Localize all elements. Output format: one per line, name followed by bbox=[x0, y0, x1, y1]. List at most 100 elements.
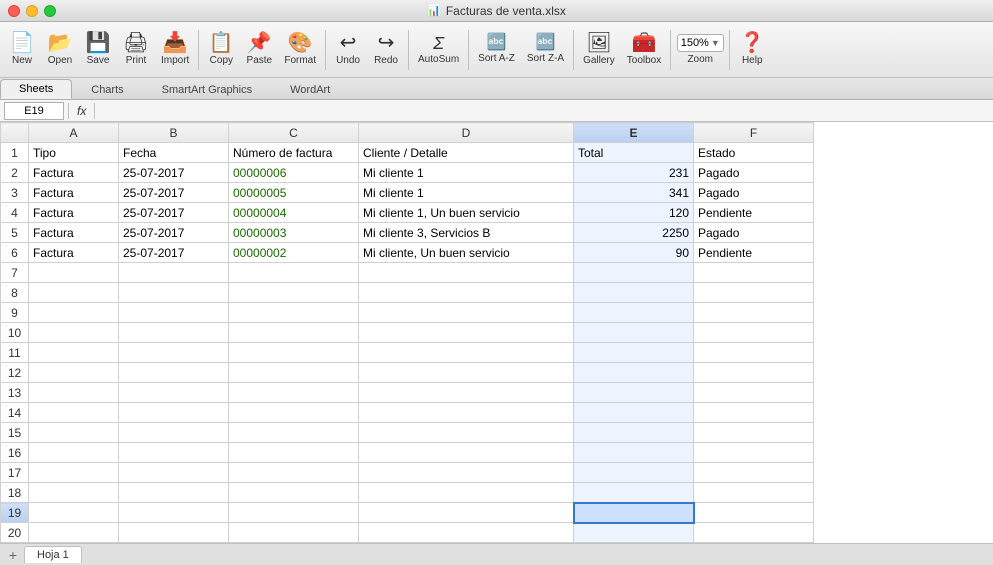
cell-D2[interactable]: Mi cliente 1 bbox=[359, 163, 574, 183]
cell-E12[interactable] bbox=[574, 363, 694, 383]
cell-C12[interactable] bbox=[229, 363, 359, 383]
undo-button[interactable]: ↩ Undo bbox=[330, 25, 366, 75]
cell-C17[interactable] bbox=[229, 463, 359, 483]
cell-C18[interactable] bbox=[229, 483, 359, 503]
cell-C8[interactable] bbox=[229, 283, 359, 303]
cell-B10[interactable] bbox=[119, 323, 229, 343]
cell-F10[interactable] bbox=[694, 323, 814, 343]
cell-E13[interactable] bbox=[574, 383, 694, 403]
row-header-5[interactable]: 5 bbox=[1, 223, 29, 243]
gallery-button[interactable]: 🖼 Gallery bbox=[578, 25, 620, 75]
cell-F20[interactable] bbox=[694, 523, 814, 543]
cell-C9[interactable] bbox=[229, 303, 359, 323]
cell-B16[interactable] bbox=[119, 443, 229, 463]
cell-D14[interactable] bbox=[359, 403, 574, 423]
col-header-F[interactable]: F bbox=[694, 123, 814, 143]
tab-charts[interactable]: Charts bbox=[72, 79, 142, 99]
cell-B8[interactable] bbox=[119, 283, 229, 303]
cell-F19[interactable] bbox=[694, 503, 814, 523]
cell-E10[interactable] bbox=[574, 323, 694, 343]
cell-C11[interactable] bbox=[229, 343, 359, 363]
cell-B9[interactable] bbox=[119, 303, 229, 323]
row-header-10[interactable]: 10 bbox=[1, 323, 29, 343]
cell-A11[interactable] bbox=[29, 343, 119, 363]
cell-A16[interactable] bbox=[29, 443, 119, 463]
cell-C5[interactable]: 00000003 bbox=[229, 223, 359, 243]
new-button[interactable]: 📄 New bbox=[4, 25, 40, 75]
col-header-B[interactable]: B bbox=[119, 123, 229, 143]
cell-B19[interactable] bbox=[119, 503, 229, 523]
cell-B12[interactable] bbox=[119, 363, 229, 383]
cell-C2[interactable]: 00000006 bbox=[229, 163, 359, 183]
open-button[interactable]: 📂 Open bbox=[42, 25, 78, 75]
cell-D7[interactable] bbox=[359, 263, 574, 283]
cell-D15[interactable] bbox=[359, 423, 574, 443]
row-header-2[interactable]: 2 bbox=[1, 163, 29, 183]
sort-az-button[interactable]: 🔤 Sort A-Z bbox=[473, 25, 520, 75]
row-header-20[interactable]: 20 bbox=[1, 523, 29, 543]
col-header-E[interactable]: E bbox=[574, 123, 694, 143]
row-header-19[interactable]: 19 bbox=[1, 503, 29, 523]
close-button[interactable] bbox=[8, 5, 20, 17]
cell-D1[interactable]: Cliente / Detalle bbox=[359, 143, 574, 163]
row-header-9[interactable]: 9 bbox=[1, 303, 29, 323]
cell-F8[interactable] bbox=[694, 283, 814, 303]
cell-F3[interactable]: Pagado bbox=[694, 183, 814, 203]
cell-D3[interactable]: Mi cliente 1 bbox=[359, 183, 574, 203]
cell-E16[interactable] bbox=[574, 443, 694, 463]
cell-A3[interactable]: Factura bbox=[29, 183, 119, 203]
traffic-lights[interactable] bbox=[8, 5, 56, 17]
cell-A10[interactable] bbox=[29, 323, 119, 343]
cell-E11[interactable] bbox=[574, 343, 694, 363]
row-header-14[interactable]: 14 bbox=[1, 403, 29, 423]
cell-B18[interactable] bbox=[119, 483, 229, 503]
cell-C10[interactable] bbox=[229, 323, 359, 343]
col-header-C[interactable]: C bbox=[229, 123, 359, 143]
cell-D16[interactable] bbox=[359, 443, 574, 463]
tab-smartart[interactable]: SmartArt Graphics bbox=[143, 79, 271, 99]
cell-C3[interactable]: 00000005 bbox=[229, 183, 359, 203]
spreadsheet-container[interactable]: A B C D E F 1TipoFechaNúmero de facturaC… bbox=[0, 122, 993, 543]
cell-E7[interactable] bbox=[574, 263, 694, 283]
copy-button[interactable]: 📋 Copy bbox=[203, 25, 239, 75]
cell-D13[interactable] bbox=[359, 383, 574, 403]
cell-A15[interactable] bbox=[29, 423, 119, 443]
cell-D5[interactable]: Mi cliente 3, Servicios B bbox=[359, 223, 574, 243]
row-header-6[interactable]: 6 bbox=[1, 243, 29, 263]
cell-D10[interactable] bbox=[359, 323, 574, 343]
cell-E19[interactable] bbox=[574, 503, 694, 523]
tab-wordart[interactable]: WordArt bbox=[271, 79, 349, 99]
row-header-15[interactable]: 15 bbox=[1, 423, 29, 443]
cell-A1[interactable]: Tipo bbox=[29, 143, 119, 163]
cell-B17[interactable] bbox=[119, 463, 229, 483]
help-button[interactable]: ❓ Help bbox=[734, 25, 770, 75]
cell-B3[interactable]: 25-07-2017 bbox=[119, 183, 229, 203]
cell-B5[interactable]: 25-07-2017 bbox=[119, 223, 229, 243]
cell-F15[interactable] bbox=[694, 423, 814, 443]
cell-C4[interactable]: 00000004 bbox=[229, 203, 359, 223]
col-header-D[interactable]: D bbox=[359, 123, 574, 143]
row-header-18[interactable]: 18 bbox=[1, 483, 29, 503]
cell-F2[interactable]: Pagado bbox=[694, 163, 814, 183]
redo-button[interactable]: ↪ Redo bbox=[368, 25, 404, 75]
cell-F1[interactable]: Estado bbox=[694, 143, 814, 163]
cell-F12[interactable] bbox=[694, 363, 814, 383]
cell-E1[interactable]: Total bbox=[574, 143, 694, 163]
cell-F11[interactable] bbox=[694, 343, 814, 363]
save-button[interactable]: 💾 Save bbox=[80, 25, 116, 75]
autosum-button[interactable]: Σ AutoSum bbox=[413, 25, 464, 75]
minimize-button[interactable] bbox=[26, 5, 38, 17]
cell-C7[interactable] bbox=[229, 263, 359, 283]
zoom-box[interactable]: 150% ▼ bbox=[677, 34, 724, 52]
cell-D8[interactable] bbox=[359, 283, 574, 303]
row-header-11[interactable]: 11 bbox=[1, 343, 29, 363]
cell-A6[interactable]: Factura bbox=[29, 243, 119, 263]
cell-B6[interactable]: 25-07-2017 bbox=[119, 243, 229, 263]
cell-B2[interactable]: 25-07-2017 bbox=[119, 163, 229, 183]
cell-A8[interactable] bbox=[29, 283, 119, 303]
maximize-button[interactable] bbox=[44, 5, 56, 17]
cell-E20[interactable] bbox=[574, 523, 694, 543]
cell-F16[interactable] bbox=[694, 443, 814, 463]
cell-C1[interactable]: Número de factura bbox=[229, 143, 359, 163]
cell-B7[interactable] bbox=[119, 263, 229, 283]
